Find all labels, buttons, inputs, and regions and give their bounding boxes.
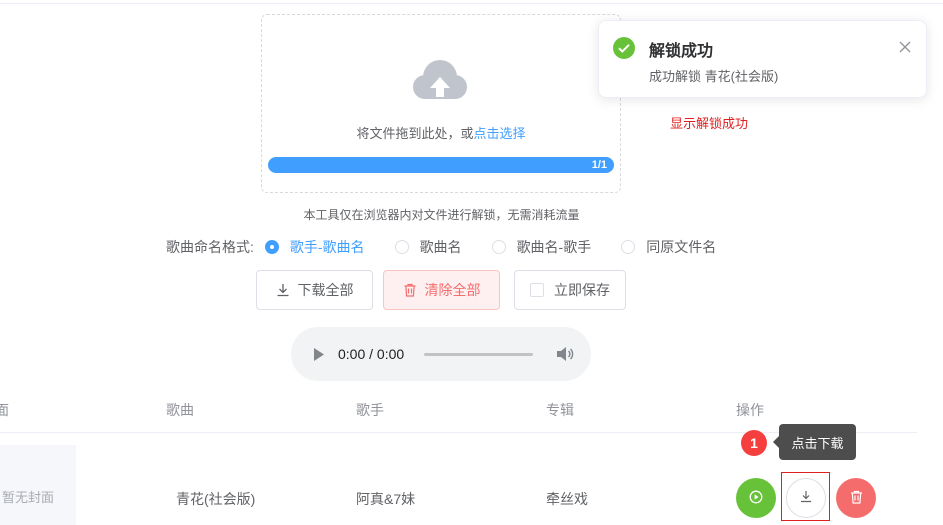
player-time: 0:00 / 0:00 bbox=[338, 346, 405, 362]
save-now-label: 立即保存 bbox=[554, 282, 610, 298]
upload-hint: 将文件拖到此处，或点击选择 bbox=[262, 123, 620, 142]
audio-player: 0:00 / 0:00 bbox=[291, 327, 591, 381]
download-tooltip: 点击下载 bbox=[773, 424, 856, 460]
upload-cloud-icon bbox=[410, 57, 470, 108]
radio-dot[interactable] bbox=[491, 240, 506, 254]
success-check-icon bbox=[613, 37, 635, 62]
select-file-link[interactable]: 点击选择 bbox=[474, 126, 526, 141]
delete-icon bbox=[850, 490, 863, 507]
radio-dot[interactable] bbox=[264, 240, 279, 254]
naming-format-label: 歌曲命名格式: bbox=[166, 239, 254, 255]
clear-all-button[interactable]: 清除全部 bbox=[383, 270, 500, 310]
notification-title: 解锁成功 bbox=[649, 43, 714, 60]
delete-icon bbox=[403, 283, 417, 297]
radio-dot[interactable] bbox=[394, 240, 409, 254]
step-badge: 1 bbox=[741, 430, 767, 456]
progress-text: 1/1 bbox=[591, 159, 607, 171]
radio-label: 歌曲名 bbox=[419, 239, 462, 255]
success-notification: 解锁成功 成功解锁 青花(社会版) bbox=[598, 20, 927, 98]
download-icon bbox=[276, 283, 290, 297]
unlock-success-annotation: 显示解锁成功 bbox=[670, 116, 749, 131]
col-header-artist: 歌手 bbox=[356, 402, 384, 418]
row-delete-button[interactable] bbox=[836, 478, 876, 518]
privacy-tip: 本工具仅在浏览器内对文件进行解锁，无需消耗流量 bbox=[303, 208, 580, 222]
naming-format-group: 歌曲命名格式: 歌手-歌曲名 歌曲名 歌曲名-歌手 同原文件名 bbox=[166, 238, 746, 256]
top-divider bbox=[0, 3, 943, 4]
radio-dot[interactable] bbox=[621, 240, 636, 254]
cell-album: 牵丝戏 bbox=[546, 491, 588, 507]
radio-song-artist[interactable]: 歌曲名-歌手 bbox=[491, 237, 592, 257]
album-cover-placeholder: 暂无封面 bbox=[0, 445, 76, 525]
upload-dropzone[interactable]: 将文件拖到此处，或点击选择 1/1 bbox=[261, 14, 621, 193]
checkbox-box[interactable] bbox=[530, 283, 544, 297]
col-header-album: 专辑 bbox=[546, 402, 574, 418]
play-icon[interactable] bbox=[313, 348, 325, 364]
col-header-song: 歌曲 bbox=[166, 402, 194, 418]
download-all-label: 下载全部 bbox=[297, 282, 354, 298]
close-icon[interactable] bbox=[899, 41, 911, 56]
col-header-ops: 操作 bbox=[736, 402, 764, 418]
upload-progress-bar: 1/1 bbox=[268, 157, 614, 173]
upload-drop-text: 将文件拖到此处，或 bbox=[356, 126, 474, 141]
volume-icon[interactable] bbox=[556, 346, 574, 365]
player-seek-bar[interactable] bbox=[424, 353, 533, 356]
no-cover-text: 暂无封面 bbox=[1, 490, 54, 505]
clear-all-label: 清除全部 bbox=[424, 282, 481, 298]
row-play-button[interactable] bbox=[736, 478, 776, 518]
radio-label: 歌曲名-歌手 bbox=[516, 239, 592, 255]
download-all-button[interactable]: 下载全部 bbox=[256, 270, 373, 310]
play-circle-icon bbox=[749, 490, 763, 507]
radio-label: 歌手-歌曲名 bbox=[289, 239, 365, 255]
cell-artist: 阿真&7妹 bbox=[356, 491, 416, 507]
notification-message: 成功解锁 青花(社会版) bbox=[649, 69, 779, 84]
download-highlight-box bbox=[781, 472, 830, 521]
col-header-cover: 面 bbox=[0, 402, 9, 418]
radio-song[interactable]: 歌曲名 bbox=[394, 237, 462, 257]
save-now-checkbox[interactable]: 立即保存 bbox=[514, 270, 626, 310]
radio-label: 同原文件名 bbox=[646, 239, 717, 255]
radio-artist-song[interactable]: 歌手-歌曲名 bbox=[264, 237, 365, 257]
cell-song: 青花(社会版) bbox=[176, 491, 256, 507]
radio-original-name[interactable]: 同原文件名 bbox=[621, 237, 716, 257]
